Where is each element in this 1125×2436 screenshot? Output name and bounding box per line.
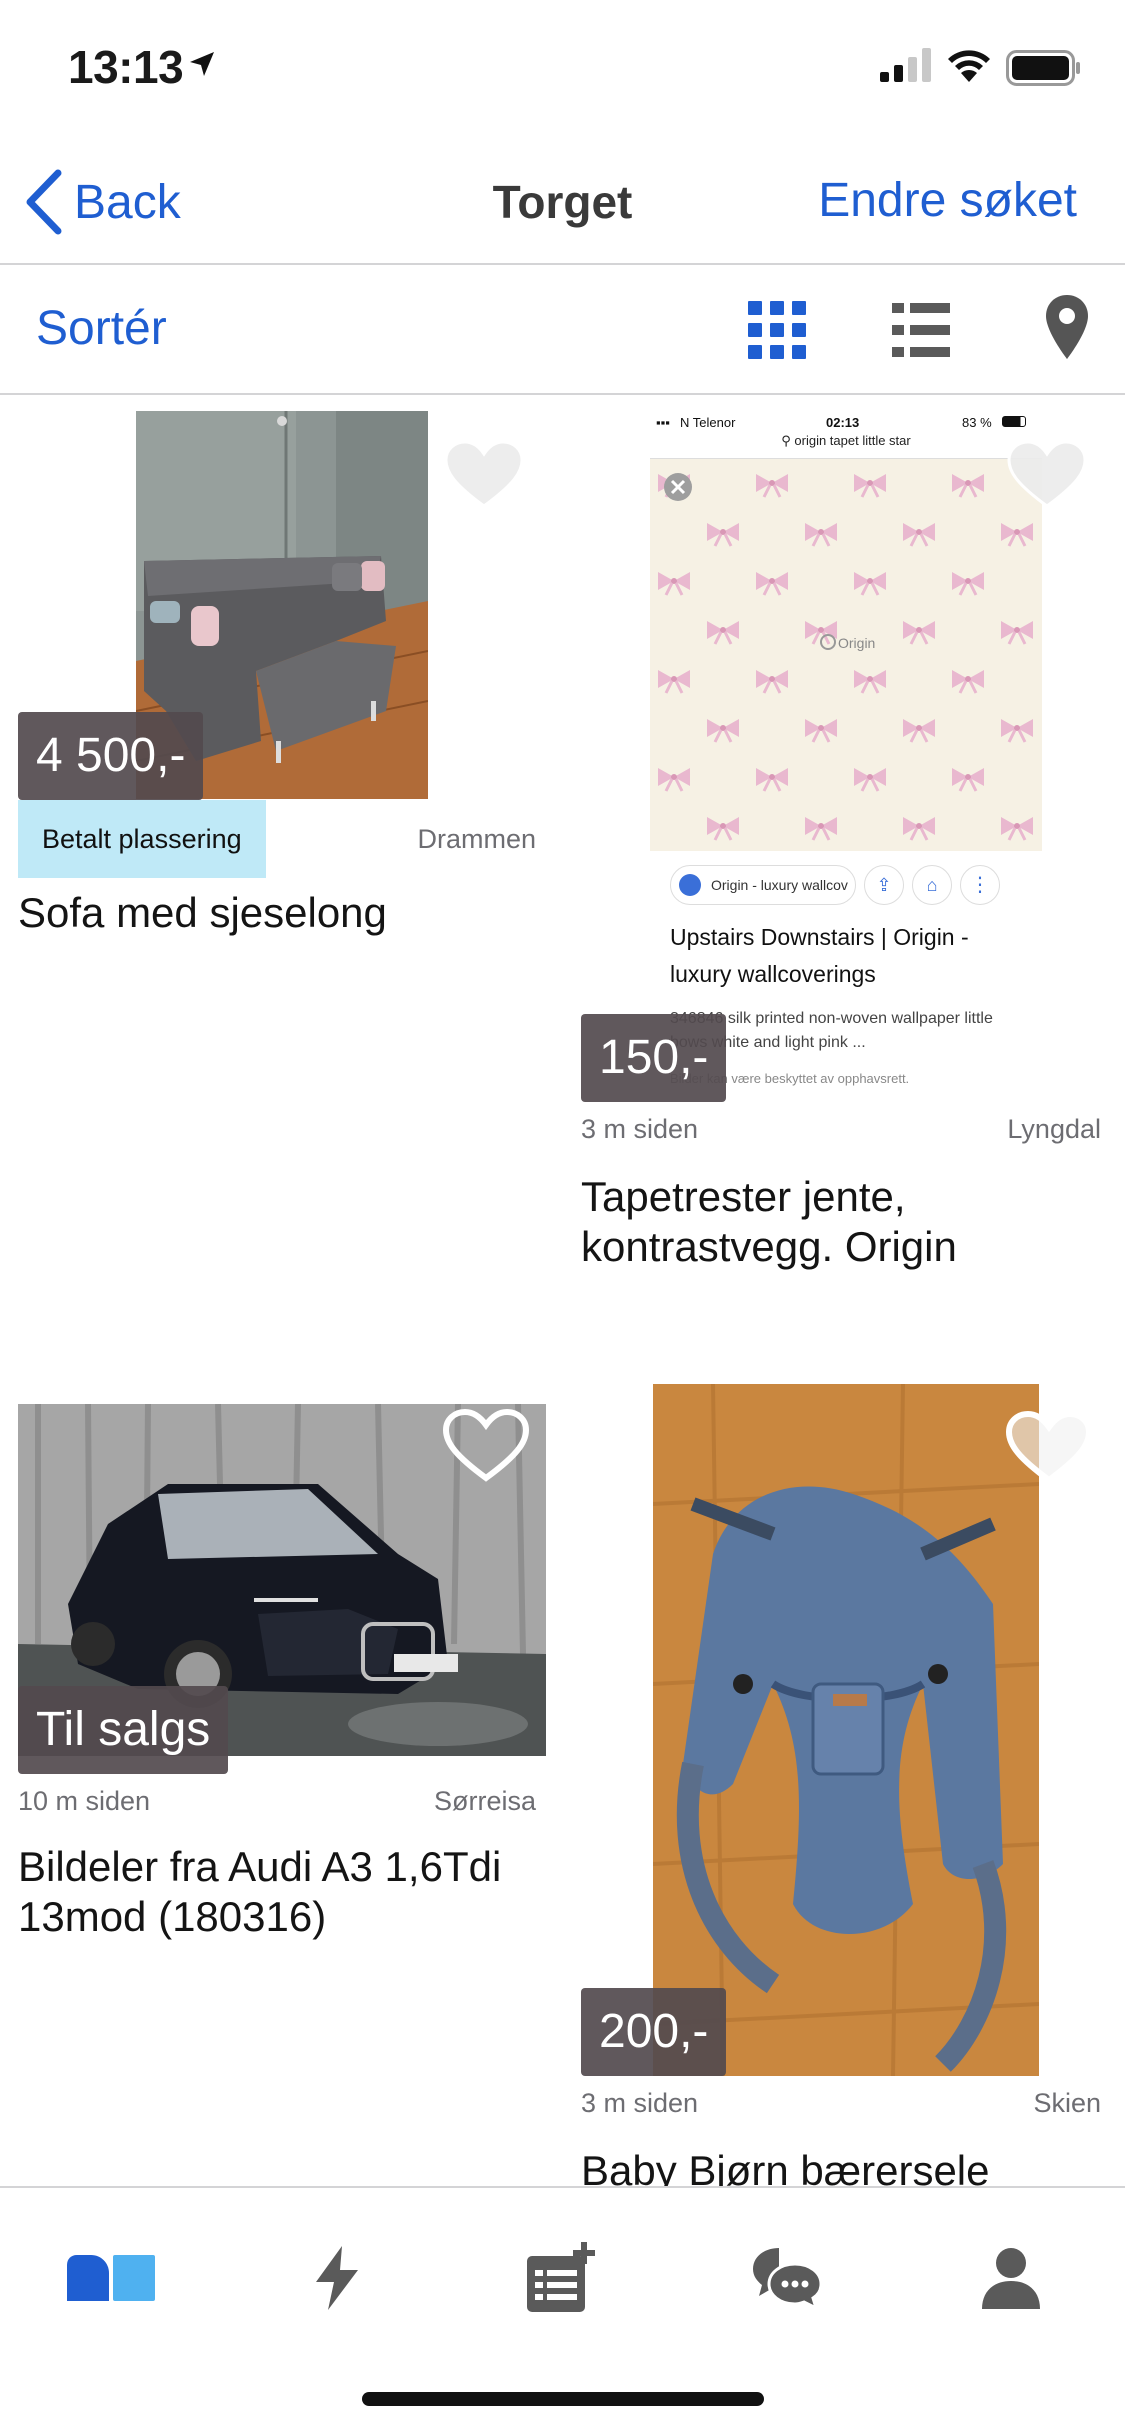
listing-age: 10 m siden [18,1786,151,1816]
listing-age: 3 m siden [581,2088,699,2118]
listing-card-wallpaper[interactable]: ▪▪▪ N Telenor 02:13 83 % ⚲ origin tapet … [565,396,1125,1296]
listing-card-baby-carrier[interactable]: 200,- 3 m siden Skien Baby Bjørn bærerse… [565,1380,1125,2186]
favorite-heart-icon[interactable] [1007,440,1087,510]
listing-card-audi[interactable]: Til salgs 10 m siden Sørreisa Bildeler f… [0,1380,560,1980]
listing-title: Tapetrester jente, kontrastvegg. Origin [581,1173,957,1270]
listing-location: Skien [1033,2088,1101,2118]
listing-title: Bildeler fra Audi A3 1,6Tdi 13mod (18031… [18,1843,502,1940]
embedded-status-bar: ▪▪▪ N Telenor 02:13 83 % [650,411,1042,433]
back-button[interactable]: Back [24,167,181,237]
home-indicator [362,2392,764,2406]
embedded-carrier: N Telenor [680,415,736,430]
edit-search-button[interactable]: Endre søket [818,173,1077,228]
listing-photo: ▪▪▪ N Telenor 02:13 83 % ⚲ origin tapet … [650,411,1042,1111]
sort-button[interactable]: Sortér [36,301,167,356]
listing-card-sofa[interactable]: 4 500,- Betalt plassering Drammen Sofa m… [0,396,560,956]
embedded-search-bar: ⚲ origin tapet little star [650,433,1042,459]
listing-location: Drammen [417,824,536,854]
tab-profile[interactable] [966,2238,1056,2318]
price-badge: Til salgs [18,1686,229,1774]
chevron-left-icon [26,169,62,235]
favorite-heart-icon[interactable] [442,1408,530,1484]
listing-location: Lyngdal [1007,1114,1101,1144]
new-ad-icon [527,2242,595,2312]
tab-new-ad[interactable] [516,2238,606,2318]
price-badge: 4 500,- [18,712,204,800]
status-bar: 13:13 [0,0,1125,135]
embedded-battery: 83 % [962,415,992,430]
map-pin-icon[interactable] [1046,295,1088,359]
profile-icon [982,2248,1040,2309]
listing-age: 3 m siden [581,1114,699,1144]
battery-icon [1006,50,1080,86]
paid-placement-tag: Betalt plassering [18,800,266,878]
price-badge: 200,- [581,1988,727,2076]
embedded-result-title: Upstairs Downstairs | Origin - luxury wa… [670,924,969,987]
listing-location: Sørreisa [433,1786,536,1816]
embedded-bookmark-icon: ⌂ [912,865,952,905]
embedded-time: 02:13 [826,415,860,430]
listing-title: Baby Bjørn bærersele [581,2147,990,2186]
wifi-icon [948,50,990,82]
messages-icon [753,2248,823,2310]
embedded-share-icon: ⇪ [864,865,904,905]
favorite-heart-icon[interactable] [444,440,524,510]
embedded-search-query: origin tapet little star [794,433,911,448]
marketplace-home-icon [67,2255,155,2301]
wallpaper-pattern [650,459,1042,851]
navigation-bar: Back Torget Endre søket [0,135,1125,265]
status-time: 13:13 [68,41,184,93]
listing-title: Sofa med sjeselong [18,889,387,936]
embedded-chip-label: Origin - luxury wallcov [711,877,848,893]
tab-marketplace-home[interactable] [66,2238,156,2318]
price-badge: 150,- [581,1014,727,1102]
lightning-icon [316,2246,358,2310]
list-view-icon[interactable] [892,301,950,359]
grid-view-icon[interactable] [748,301,806,359]
embedded-more-icon: ⋮ [960,865,1000,905]
embedded-source-chip: Origin - luxury wallcov [670,865,856,905]
tab-messages[interactable] [742,2238,832,2318]
location-arrow-icon [190,52,214,76]
embedded-watermark: Origin [838,635,876,651]
cellular-signal-icon [880,48,931,82]
favorite-heart-icon[interactable] [1005,1410,1093,1486]
toolbar: Sortér [0,267,1125,395]
tab-lightning[interactable] [292,2238,382,2318]
listing-photo [653,1384,1039,2076]
back-label: Back [74,175,181,229]
